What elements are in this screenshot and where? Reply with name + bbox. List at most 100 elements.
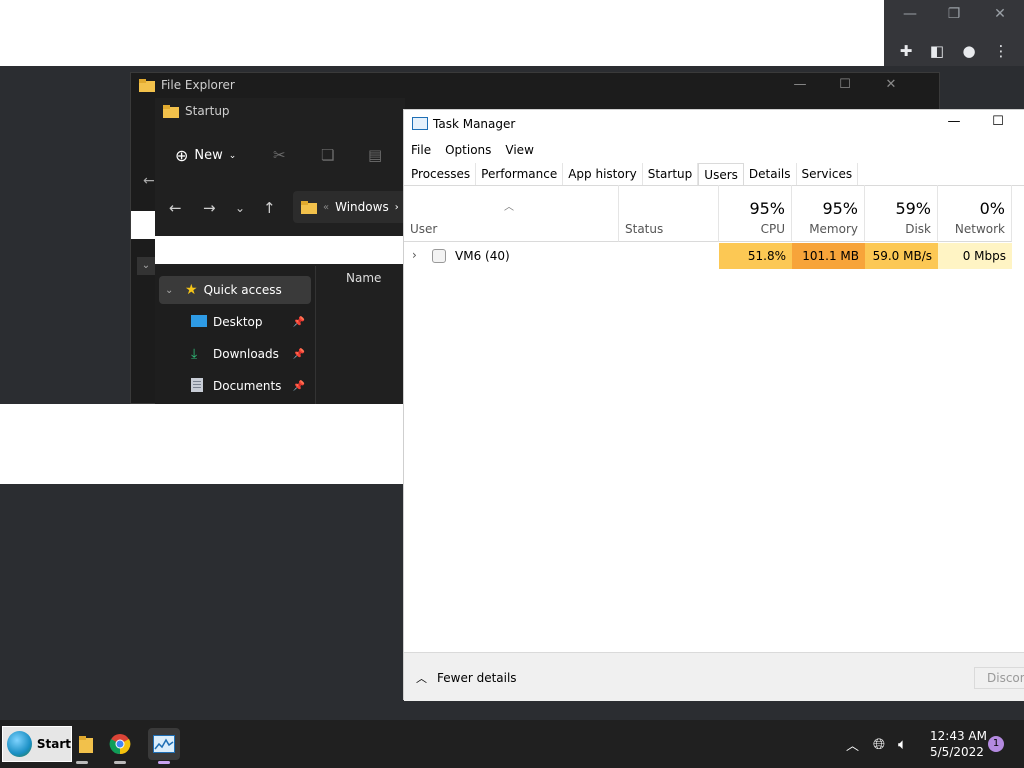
cell-cpu: 51.8% bbox=[719, 243, 792, 269]
disconnect-button[interactable]: Discon bbox=[974, 667, 1024, 689]
copy-icon[interactable]: ❏ bbox=[321, 146, 334, 164]
file-explorer-title-text: File Explorer bbox=[161, 78, 235, 92]
column-header-memory[interactable]: 95% Memory bbox=[792, 185, 865, 242]
task-manager-window: Task Manager — ☐ File Options View Proce… bbox=[403, 109, 1024, 701]
address-bar[interactable]: « Windows › bbox=[293, 191, 405, 223]
fe-minimize-button[interactable]: — bbox=[790, 77, 810, 92]
back-arrow-icon[interactable]: ← bbox=[169, 199, 182, 217]
browser-toolbar: — ❐ ✕ ✚ ◧ ● ⋮ bbox=[884, 0, 1024, 66]
tab-performance[interactable]: Performance bbox=[476, 163, 564, 185]
new-button[interactable]: ⊕ New ⌄ bbox=[175, 146, 236, 165]
start-orb-icon bbox=[7, 731, 32, 757]
volume-icon[interactable]: 🔈︎ bbox=[898, 720, 907, 768]
nav-item-label: Quick access bbox=[203, 283, 282, 297]
browser-close-button[interactable]: ✕ bbox=[990, 6, 1010, 24]
file-explorer-title: File Explorer bbox=[139, 78, 235, 92]
column-header-user[interactable]: User bbox=[404, 185, 619, 242]
show-hidden-icons-chevron-icon[interactable]: ︿ bbox=[846, 720, 859, 768]
tab-services[interactable]: Services bbox=[797, 163, 859, 185]
browser-content-area bbox=[0, 0, 884, 66]
nav-item-quick-access[interactable]: ⌄ ★ Quick access bbox=[159, 276, 311, 304]
folder-icon bbox=[301, 200, 317, 214]
column-header-disk[interactable]: 59% Disk bbox=[865, 185, 938, 242]
address-breadcrumb: Windows bbox=[335, 200, 389, 214]
extensions-icon[interactable]: ✚ bbox=[895, 42, 917, 62]
desktop-white-band bbox=[0, 404, 403, 484]
forward-arrow-icon[interactable]: → bbox=[203, 199, 216, 217]
nav-item-label: Desktop bbox=[213, 315, 263, 329]
column-header-network[interactable]: 0% Network bbox=[938, 185, 1012, 242]
column-header-status[interactable]: Status bbox=[619, 185, 719, 242]
chevron-right-icon[interactable]: › bbox=[412, 248, 417, 262]
cpu-total-percent: 95% bbox=[749, 199, 785, 218]
fewer-details-label: Fewer details bbox=[437, 671, 517, 685]
star-icon: ★ bbox=[185, 282, 198, 298]
pin-icon[interactable]: 📌 bbox=[293, 349, 305, 360]
column-header-name[interactable]: Name bbox=[346, 271, 381, 285]
folder-icon bbox=[139, 78, 155, 92]
tab-startup[interactable]: Startup bbox=[643, 163, 699, 185]
desktop-background bbox=[0, 66, 130, 404]
clock[interactable]: 12:43 AM 5/5/2022 bbox=[930, 728, 987, 760]
pin-icon[interactable]: 📌 bbox=[293, 381, 305, 392]
recent-chevron-icon[interactable]: ⌄ bbox=[235, 201, 245, 215]
up-arrow-icon[interactable]: ↑ bbox=[263, 199, 276, 217]
tm-minimize-button[interactable]: — bbox=[944, 114, 964, 129]
paste-icon[interactable]: ▤ bbox=[368, 146, 382, 164]
task-manager-titlebar: Task Manager — ☐ bbox=[404, 110, 1024, 138]
chrome-icon bbox=[109, 734, 131, 755]
taskbar-chrome[interactable] bbox=[104, 728, 136, 764]
menu-bar: File Options View bbox=[404, 140, 541, 160]
tab-details[interactable]: Details bbox=[744, 163, 797, 185]
profile-icon[interactable]: ● bbox=[958, 42, 980, 62]
folder-icon bbox=[79, 736, 93, 753]
back-arrow-icon[interactable]: ← bbox=[143, 173, 155, 189]
start-button[interactable]: Start bbox=[2, 726, 72, 762]
fe-close-button[interactable]: ✕ bbox=[881, 77, 901, 92]
chevron-down-icon[interactable]: ⌄ bbox=[137, 257, 155, 275]
table-row[interactable]: › VM6 (40) 51.8% 101.1 MB 59.0 MB/s 0 Mb… bbox=[404, 243, 1024, 269]
tm-maximize-button[interactable]: ☐ bbox=[988, 114, 1008, 129]
search-row bbox=[155, 236, 405, 264]
clock-date: 5/5/2022 bbox=[930, 745, 984, 759]
taskbar: Start ︿ 🌐︎ 🔈︎ 12:43 AM 5/5/2022 bbox=[0, 720, 1024, 768]
download-icon: ⤓ bbox=[191, 346, 198, 362]
network-globe-icon[interactable]: 🌐︎ bbox=[873, 720, 885, 768]
folder-icon bbox=[163, 104, 179, 118]
task-manager-icon bbox=[412, 117, 428, 130]
nav-item-downloads[interactable]: ⤓ Downloads 📌 bbox=[159, 340, 311, 368]
menu-file[interactable]: File bbox=[404, 140, 438, 160]
navigation-pane: ⌄ ★ Quick access Desktop 📌 ⤓ Downloads 📌… bbox=[155, 266, 315, 404]
fewer-details-button[interactable]: ︿ Fewer details bbox=[416, 670, 517, 686]
running-indicator bbox=[114, 761, 126, 764]
menu-view[interactable]: View bbox=[498, 140, 540, 160]
side-panel-icon[interactable]: ◧ bbox=[926, 42, 948, 62]
disk-total-percent: 59% bbox=[895, 199, 931, 218]
desktop-icon bbox=[191, 314, 207, 330]
taskbar-file-explorer[interactable] bbox=[66, 728, 98, 764]
browser-minimize-button[interactable]: — bbox=[900, 6, 920, 24]
chevron-down-icon: ⌄ bbox=[165, 284, 174, 296]
browser-menu-icon[interactable]: ⋮ bbox=[990, 42, 1012, 62]
nav-item-documents[interactable]: Documents 📌 bbox=[159, 372, 311, 400]
running-indicator bbox=[76, 761, 88, 764]
startup-explorer-window: Startup ⊕ New ⌄ ✂ ❏ ▤ ← → ⌄ ↑ « Windows … bbox=[155, 98, 405, 404]
tab-users[interactable]: Users bbox=[698, 163, 744, 185]
nav-item-desktop[interactable]: Desktop 📌 bbox=[159, 308, 311, 336]
menu-options[interactable]: Options bbox=[438, 140, 498, 160]
tab-strip: Processes Performance App history Startu… bbox=[406, 163, 859, 185]
cut-icon[interactable]: ✂ bbox=[273, 146, 286, 164]
notification-badge[interactable]: 1 bbox=[988, 736, 1004, 752]
column-header-cpu-label: CPU bbox=[760, 222, 785, 236]
browser-restore-button[interactable]: ❐ bbox=[944, 6, 964, 24]
fe-maximize-button[interactable]: ☐ bbox=[835, 77, 855, 92]
tab-processes[interactable]: Processes bbox=[406, 163, 477, 185]
taskbar-task-manager[interactable] bbox=[148, 728, 180, 764]
task-manager-icon bbox=[153, 735, 175, 753]
column-header-disk-label: Disk bbox=[905, 222, 931, 236]
cell-network: 0 Mbps bbox=[938, 243, 1012, 269]
plus-circle-icon: ⊕ bbox=[175, 146, 189, 165]
tab-app-history[interactable]: App history bbox=[563, 163, 643, 185]
column-header-cpu[interactable]: 95% CPU bbox=[719, 185, 792, 242]
pin-icon[interactable]: 📌 bbox=[293, 317, 305, 328]
